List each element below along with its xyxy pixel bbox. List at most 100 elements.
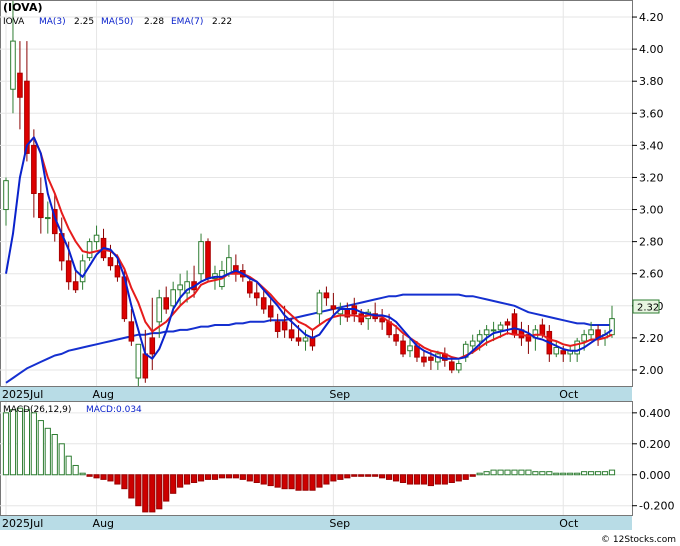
- macd-bar: [295, 474, 302, 491]
- price-tick-label: 2.20: [639, 332, 664, 345]
- macd-bar: [539, 471, 546, 476]
- candle-body: [455, 363, 462, 371]
- macd-bar: [441, 474, 448, 485]
- candle-body: [281, 321, 288, 331]
- date-tick-label-bottom: Oct: [559, 517, 579, 530]
- macd-bar: [323, 474, 330, 485]
- price-tick-label: 3.20: [639, 171, 664, 184]
- candle-body: [135, 343, 142, 379]
- candle-body: [79, 260, 86, 283]
- macd-bar: [114, 474, 121, 485]
- date-tick-label-bottom: Aug: [93, 517, 114, 530]
- macd-bar: [30, 412, 37, 476]
- macd-bar: [608, 469, 616, 476]
- macd-bar: [16, 407, 24, 476]
- candle-body: [448, 361, 455, 371]
- candle-body: [128, 321, 135, 342]
- macd-bar: [316, 474, 323, 488]
- macd-bar: [107, 474, 114, 482]
- price-tick-label: 2.00: [639, 364, 664, 377]
- candle-body: [288, 329, 295, 339]
- candle-body: [38, 193, 44, 219]
- macd-bar: [483, 471, 490, 476]
- macd-bar: [490, 469, 497, 476]
- macd-bar: [225, 474, 232, 479]
- macd-tick-label: 0.400: [639, 407, 671, 420]
- candle-body: [267, 305, 274, 318]
- macd-bar: [149, 474, 156, 513]
- candle-body: [198, 241, 204, 275]
- candle-body: [114, 265, 121, 278]
- macd-bar: [288, 474, 295, 490]
- candle-body: [142, 353, 149, 379]
- macd-tick-label: -0.200: [639, 500, 674, 513]
- macd-bar: [37, 420, 44, 476]
- macd-bar: [427, 474, 434, 487]
- macd-bar: [455, 474, 462, 482]
- macd-bar: [532, 471, 539, 476]
- candle-body: [407, 345, 413, 352]
- macd-bar: [58, 443, 65, 476]
- macd-tick-label: 0.000: [639, 469, 671, 482]
- macd-value: MACD:0.034: [86, 405, 142, 415]
- price-tick-label: 4.20: [639, 11, 664, 24]
- macd-bar: [177, 474, 184, 488]
- macd-bar: [330, 474, 337, 482]
- macd-bar: [2, 412, 10, 476]
- macd-bar: [232, 474, 239, 479]
- candle-body: [428, 356, 434, 361]
- candle-body: [316, 292, 323, 315]
- candle-body: [539, 324, 546, 336]
- candle-body: [497, 324, 504, 331]
- macd-bar: [386, 474, 393, 480]
- macd-bar: [9, 409, 17, 476]
- macd-bar: [23, 409, 30, 476]
- macd-bar: [588, 471, 595, 476]
- candle-body: [302, 337, 309, 342]
- macd-bar: [511, 469, 518, 476]
- date-tick-label: Oct: [559, 388, 579, 401]
- macd-bar: [218, 474, 226, 479]
- price-panel: [0, 0, 633, 387]
- macd-bar: [546, 471, 553, 476]
- candle-body: [170, 289, 176, 307]
- macd-bar: [79, 472, 86, 476]
- legend-ma50-label: MA(50): [101, 17, 133, 27]
- price-tick-label: 3.80: [639, 75, 664, 88]
- candle-body: [504, 321, 511, 326]
- candle-body: [72, 281, 79, 291]
- macd-bar: [190, 474, 198, 483]
- macd-bar: [128, 474, 135, 499]
- date-tick-label: Aug: [93, 388, 114, 401]
- macd-bar: [267, 474, 274, 487]
- macd-bar: [392, 474, 400, 482]
- macd-bar: [51, 434, 58, 476]
- price-tick-label: 2.80: [639, 236, 664, 249]
- macd-bar: [239, 474, 246, 480]
- ticker-title: (IOVA): [3, 1, 42, 14]
- candle-body: [226, 257, 232, 275]
- candle-body: [393, 334, 399, 342]
- candle-body: [163, 297, 170, 310]
- macd-bar: [197, 474, 205, 482]
- candle-body: [260, 297, 267, 310]
- macd-bar: [281, 474, 288, 490]
- candle-body: [581, 334, 587, 342]
- macd-bar: [462, 474, 469, 480]
- macd-bar: [518, 469, 525, 476]
- macd-bar: [574, 472, 581, 476]
- candle-body: [253, 292, 260, 299]
- macd-bar: [309, 474, 316, 491]
- macd-bar: [413, 474, 421, 485]
- candle-body: [65, 260, 72, 283]
- macd-bar: [121, 474, 128, 490]
- candle-body: [10, 40, 16, 90]
- price-tick-label: 3.60: [639, 107, 664, 120]
- candle-body: [400, 340, 406, 355]
- stock-chart: 2.002.202.402.602.803.003.203.403.603.80…: [0, 0, 680, 546]
- macd-bar: [504, 469, 511, 476]
- macd-bar: [525, 469, 532, 476]
- candle-body: [93, 234, 100, 243]
- date-tick-label-bottom: Sep: [329, 517, 350, 530]
- macd-tick-label: 0.200: [639, 438, 671, 451]
